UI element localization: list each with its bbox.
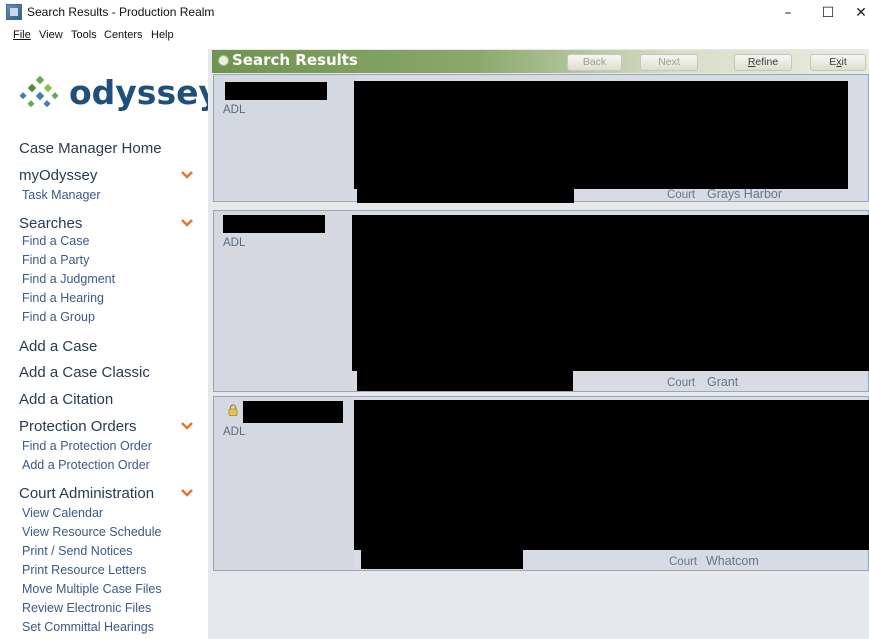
app-icon xyxy=(6,4,22,20)
nav-protection-orders[interactable]: Protection Orders xyxy=(19,418,137,435)
nav-move-multiple-case-files[interactable]: Move Multiple Case Files xyxy=(22,582,162,596)
nav-find-a-judgment[interactable]: Find a Judgment xyxy=(22,272,115,286)
court-label: Court xyxy=(669,556,698,568)
redacted-details xyxy=(354,81,848,189)
nav-find-a-case[interactable]: Find a Case xyxy=(22,234,89,248)
logo-text: odyssey xyxy=(69,73,220,112)
next-button[interactable]: Next xyxy=(640,54,698,71)
nav-find-a-party[interactable]: Find a Party xyxy=(22,253,89,267)
nav-print-resource-letters[interactable]: Print Resource Letters xyxy=(22,563,146,577)
back-button[interactable]: Back xyxy=(567,54,622,71)
nav-set-committal-hearings[interactable]: Set Committal Hearings xyxy=(22,620,154,634)
minimize-button[interactable]: – xyxy=(773,2,803,24)
odyssey-logo[interactable]: odyssey xyxy=(17,71,220,115)
nav-court-administration[interactable]: Court Administration xyxy=(19,485,154,502)
menu-file[interactable]: File xyxy=(13,29,31,41)
window-titlebar: Search Results - Production Realm – ☐ ✕ xyxy=(0,0,869,26)
chevron-down-icon[interactable] xyxy=(180,488,194,498)
window-title: Search Results - Production Realm xyxy=(27,5,215,19)
chevron-down-icon[interactable] xyxy=(180,421,194,431)
case-tag: ADL xyxy=(223,426,246,438)
results-title: Search Results xyxy=(232,51,358,69)
chevron-down-icon[interactable] xyxy=(180,218,194,228)
nav-print-send-notices[interactable]: Print / Send Notices xyxy=(22,544,132,558)
redacted-details xyxy=(354,400,869,550)
exit-button[interactable]: Exit xyxy=(810,54,866,71)
redacted-details xyxy=(352,215,869,371)
redacted-details xyxy=(357,371,573,391)
nav-case-manager-home[interactable]: Case Manager Home xyxy=(19,140,162,157)
court-label: Court xyxy=(667,189,696,201)
nav-searches[interactable]: Searches xyxy=(19,215,82,232)
menu-bar: File View Tools Centers Help xyxy=(0,27,869,45)
nav-find-a-protection-order[interactable]: Find a Protection Order xyxy=(22,439,152,453)
lock-icon xyxy=(228,404,238,416)
redacted-case-number xyxy=(223,215,325,233)
court-value: Grant xyxy=(707,375,739,389)
menu-view[interactable]: View xyxy=(39,29,63,41)
close-button[interactable]: ✕ xyxy=(846,2,869,24)
nav-add-a-citation[interactable]: Add a Citation xyxy=(19,391,113,408)
collapse-icon[interactable] xyxy=(218,55,229,66)
redacted-case-number xyxy=(225,82,327,100)
nav-add-a-protection-order[interactable]: Add a Protection Order xyxy=(22,458,150,472)
court-label: Court xyxy=(667,377,696,389)
odyssey-logo-icon xyxy=(19,75,59,108)
nav-view-calendar[interactable]: View Calendar xyxy=(22,506,103,520)
nav-review-electronic-files[interactable]: Review Electronic Files xyxy=(22,601,151,615)
result-card[interactable]: ADL Court Grant xyxy=(213,210,869,392)
nav-view-resource-schedule[interactable]: View Resource Schedule xyxy=(22,525,161,539)
result-card[interactable]: ADL Court Whatcom xyxy=(213,396,869,571)
case-tag: ADL xyxy=(223,237,246,249)
maximize-button[interactable]: ☐ xyxy=(813,2,843,24)
nav-task-manager[interactable]: Task Manager xyxy=(22,188,101,202)
result-card[interactable]: ADL Court Grays Harbor xyxy=(213,74,869,203)
court-value: Grays Harbor xyxy=(707,187,783,201)
redacted-details xyxy=(361,549,523,569)
case-tag: ADL xyxy=(223,104,246,116)
nav-myodyssey[interactable]: myOdyssey xyxy=(19,167,97,184)
nav-find-a-hearing[interactable]: Find a Hearing xyxy=(22,291,104,305)
menu-tools[interactable]: Tools xyxy=(71,29,97,41)
menu-help[interactable]: Help xyxy=(151,29,174,41)
nav-add-a-case-classic[interactable]: Add a Case Classic xyxy=(19,364,150,381)
court-value: Whatcom xyxy=(706,554,759,568)
chevron-down-icon[interactable] xyxy=(180,170,194,180)
redacted-details xyxy=(357,187,574,203)
redacted-case-number xyxy=(243,401,343,423)
refine-button[interactable]: Refine xyxy=(734,54,792,71)
nav-find-a-group[interactable]: Find a Group xyxy=(22,310,95,324)
nav-add-a-case[interactable]: Add a Case xyxy=(19,338,97,355)
sidebar: odyssey Case Manager Home myOdyssey Task… xyxy=(0,45,220,639)
menu-centers[interactable]: Centers xyxy=(104,29,143,41)
